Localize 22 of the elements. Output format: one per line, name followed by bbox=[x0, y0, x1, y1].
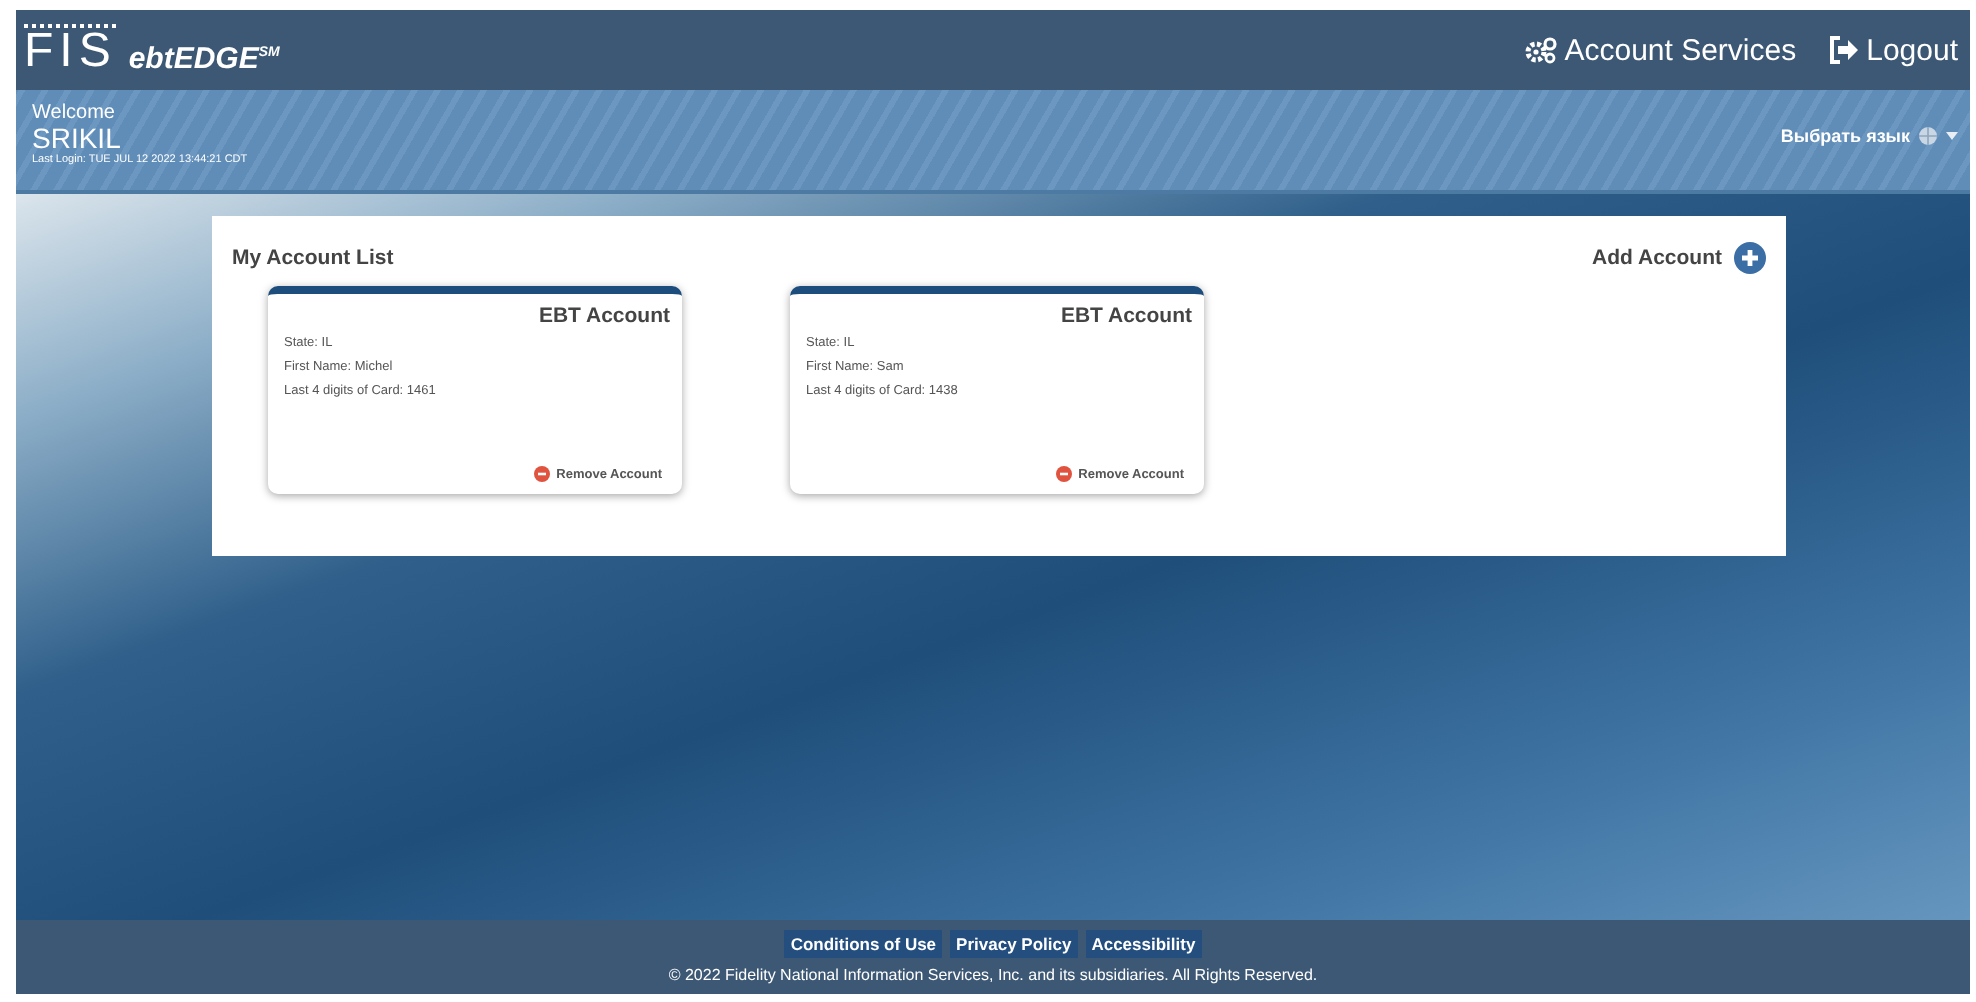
minus-circle-icon bbox=[534, 466, 551, 482]
copyright-text: © 2022 Fidelity National Information Services, Inc. and its subsidiaries. All Rights Reserved. bbox=[668, 966, 1318, 984]
footer-link[interactable]: Conditions of Use bbox=[784, 930, 943, 958]
account-services-link[interactable]: Account Services bbox=[1524, 33, 1797, 67]
minus-circle-icon bbox=[1056, 466, 1073, 482]
caret-icon bbox=[1946, 132, 1958, 140]
logo-text: FIS bbox=[24, 24, 117, 76]
plus-circle-icon bbox=[1734, 242, 1766, 274]
logout-link[interactable]: Logout bbox=[1828, 33, 1958, 67]
sign-out-icon bbox=[1828, 36, 1861, 64]
add-account-button[interactable]: Add Account bbox=[1592, 242, 1766, 274]
panel-title: My Account List bbox=[232, 246, 394, 270]
footer-link[interactable]: Privacy Policy bbox=[950, 930, 1078, 958]
globe-icon bbox=[1918, 126, 1938, 146]
user-name: SRIKIL bbox=[32, 124, 123, 154]
footer-link[interactable]: Accessibility bbox=[1085, 930, 1202, 958]
welcome-text: Welcome bbox=[32, 102, 117, 124]
brand-name: ebtEDGE$^{SM}$ bbox=[128, 42, 280, 76]
card-title: EBT Account bbox=[538, 304, 670, 328]
card-title: EBT Account bbox=[1060, 304, 1192, 328]
gears-icon bbox=[1524, 36, 1559, 64]
language-selector[interactable]: Выбрать язык bbox=[1780, 126, 1958, 146]
